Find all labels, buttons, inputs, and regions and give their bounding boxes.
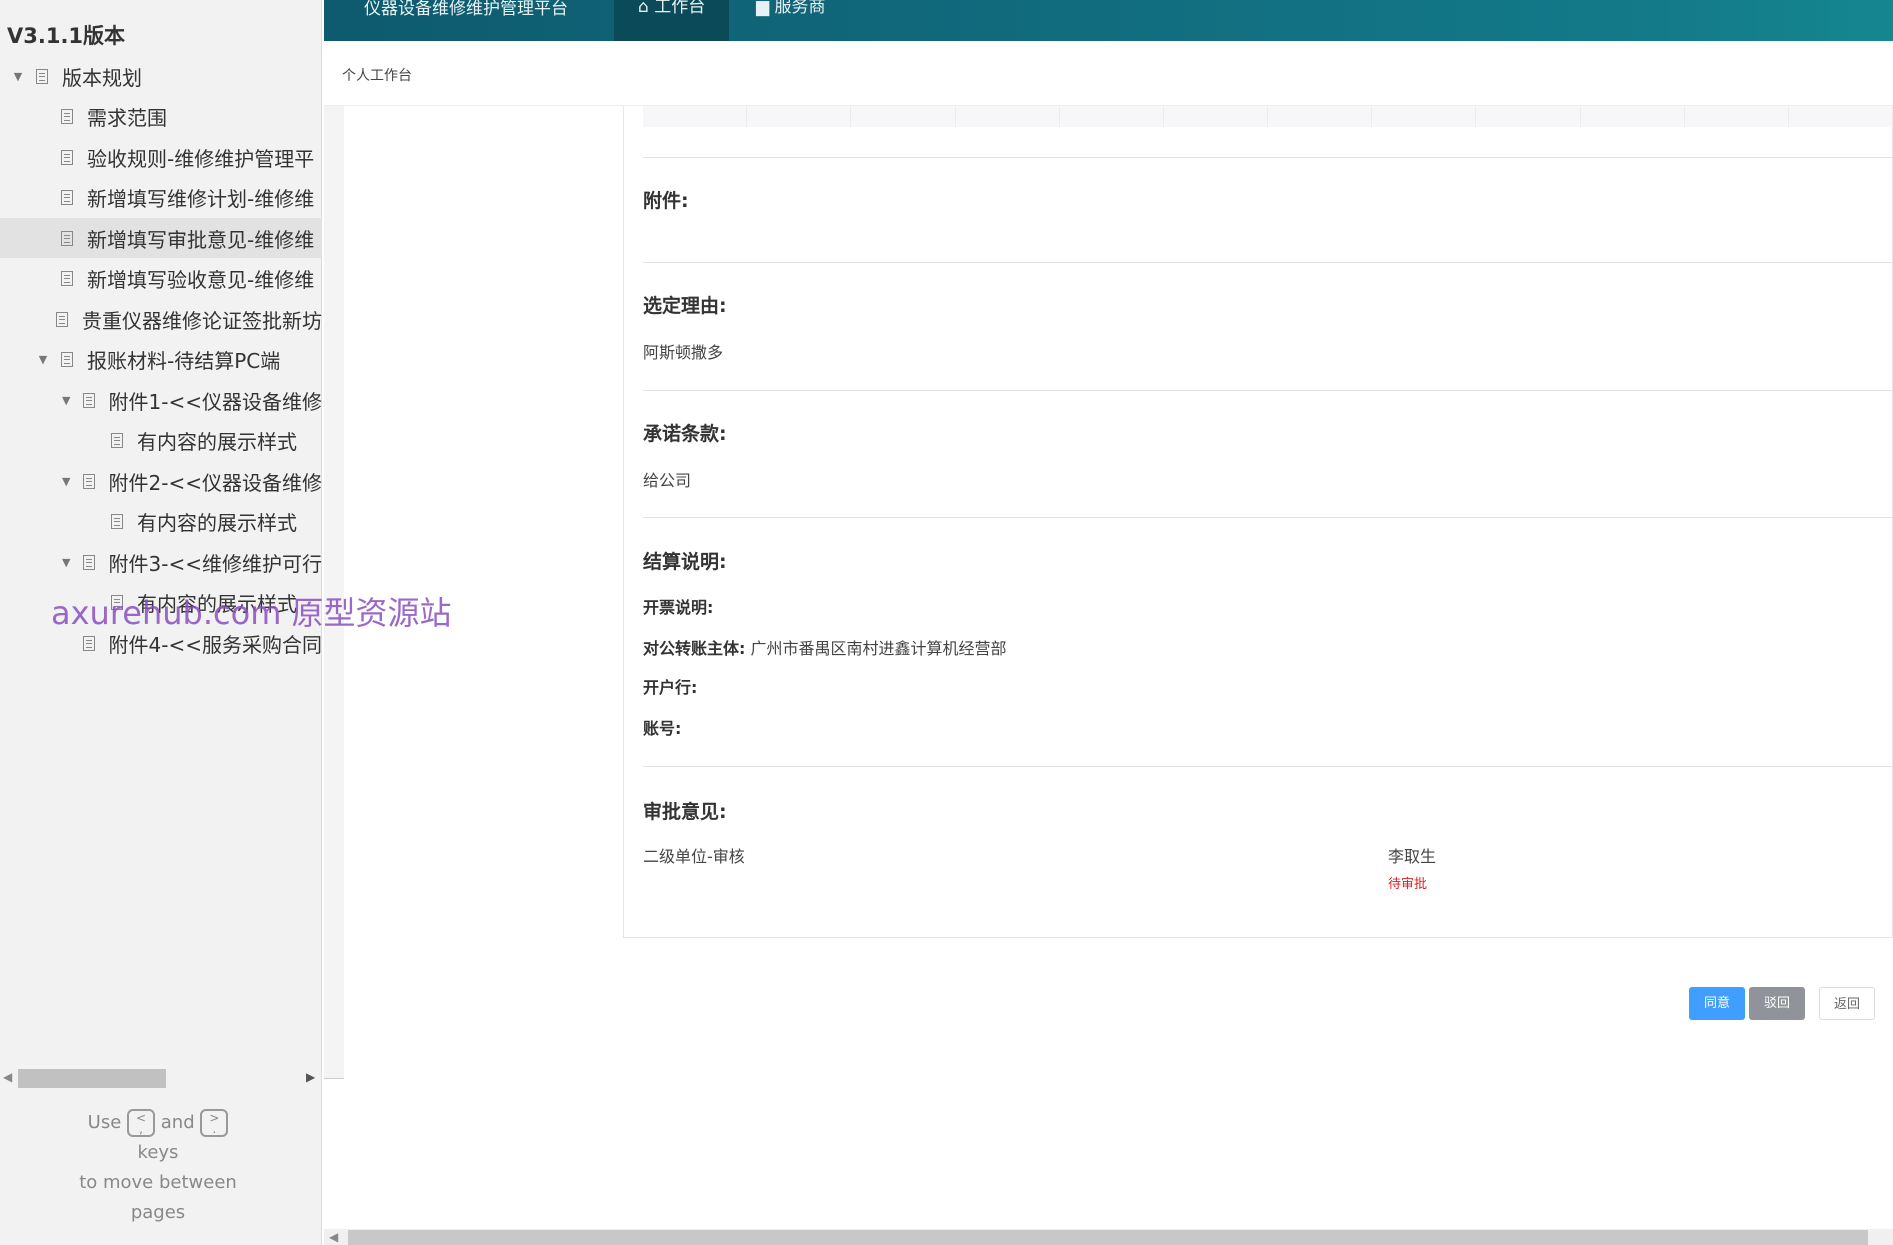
breadcrumb: 个人工作台 [324, 41, 1893, 106]
scroll-left-icon[interactable]: ◀ [3, 1070, 12, 1084]
attachments-heading: 附件: [643, 190, 689, 212]
page-icon [111, 433, 123, 448]
terms-heading: 承诺条款: [643, 423, 727, 445]
divider [643, 262, 1893, 263]
tree-item[interactable]: ▼ 版本规划 [0, 56, 322, 96]
tree-item[interactable]: 需求范围 [0, 97, 322, 137]
expand-arrow-icon[interactable]: ▼ [62, 556, 71, 569]
tree-item[interactable]: 有内容的展示样式 [0, 502, 322, 542]
page-icon [82, 473, 95, 489]
help-text: and [160, 1112, 195, 1133]
tree-item-label: 有内容的展示样式 [137, 511, 297, 535]
prev-key-icon: <, [127, 1109, 156, 1137]
breadcrumb-item[interactable]: 个人工作台 [342, 65, 412, 85]
tree-item[interactable]: 验收规则-维修维护管理平 [0, 137, 322, 177]
table-header-strip [643, 106, 1893, 127]
tree-item[interactable]: ▼ 报账材料-待结算PC端 [0, 340, 322, 380]
tree-item-label: 新增填写维修计划-维修维 [87, 187, 315, 211]
tree-item-label: 新增填写验收意见-维修维 [87, 268, 315, 292]
tree-item-label: 版本规划 [62, 65, 142, 90]
help-text: Use [87, 1112, 122, 1133]
reason-heading: 选定理由: [643, 295, 727, 317]
expand-arrow-icon[interactable]: ▼ [62, 394, 71, 407]
tree-item[interactable]: ▼ 附件1-<<仪器设备维修 [0, 380, 322, 420]
version-title: V3.1.1版本 [7, 24, 126, 48]
page-icon [82, 392, 95, 408]
approver-name: 李取生 [1388, 847, 1437, 866]
scrollbar-thumb[interactable] [348, 1230, 1868, 1245]
approval-heading: 审批意见: [643, 801, 727, 823]
page-icon [56, 311, 68, 327]
terms-value: 给公司 [643, 471, 692, 490]
page-icon [61, 149, 73, 165]
help-text: keys [137, 1142, 179, 1163]
divider [643, 766, 1893, 767]
tree-item[interactable]: 有内容的展示样式 [0, 421, 322, 461]
page-icon [82, 635, 95, 651]
expand-arrow-icon[interactable]: ▼ [62, 475, 71, 488]
settlement-heading: 结算说明: [643, 551, 727, 573]
page-icon [61, 109, 73, 124]
scrollbar-thumb[interactable] [18, 1069, 166, 1088]
help-text: to move between [79, 1172, 237, 1193]
next-key-icon: >. [200, 1109, 229, 1137]
page-icon [61, 230, 73, 246]
tree-item[interactable]: ▼ 附件3-<<维修维护可行 [0, 542, 322, 582]
page-icon [111, 514, 123, 529]
divider [643, 517, 1893, 518]
scroll-left-icon[interactable]: ◀ [329, 1230, 338, 1244]
back-button[interactable]: 返回 [1819, 987, 1875, 1020]
keyboard-help: Use <, and >. keys to move between pages [0, 1108, 316, 1228]
tree-item[interactable]: 新增填写验收意见-维修维 [0, 259, 322, 299]
page-icon [82, 554, 95, 570]
tree-item-label: 附件3-<<维修维护可行 [108, 551, 322, 576]
store-icon: ▆ [756, 0, 770, 17]
expand-arrow-icon[interactable]: ▼ [37, 353, 49, 366]
page-icon [61, 352, 73, 367]
scroll-right-icon[interactable]: ▶ [306, 1070, 315, 1084]
tree-item[interactable]: 贵重仪器维修论证签批新坊 [0, 299, 322, 339]
invoice-row: 开票说明: [643, 598, 714, 617]
page-icon [61, 190, 73, 205]
approval-step: 二级单位-审核 [643, 847, 745, 866]
approval-status: 待审批 [1388, 877, 1428, 892]
tree-item[interactable]: 新增填写维修计划-维修维 [0, 178, 322, 218]
tree-item[interactable]: 新增填写审批意见-维修维 [0, 218, 322, 258]
home-icon: ⌂ [638, 0, 649, 17]
tree-item-label: 附件1-<<仪器设备维修 [108, 389, 322, 414]
tree-item-label: 贵重仪器维修论证签批新坊 [82, 308, 322, 333]
divider [643, 390, 1893, 391]
sidebar-scrollbar[interactable]: ◀ ▶ [0, 1067, 322, 1088]
tree-item-label: 报账材料-待结算PC端 [87, 349, 281, 373]
divider [643, 157, 1893, 158]
expand-arrow-icon[interactable]: ▼ [12, 70, 24, 83]
tree-item-label: 需求范围 [87, 106, 167, 130]
bank-row: 开户行: [643, 678, 698, 697]
account-row: 账号: [643, 719, 682, 738]
page-icon [61, 271, 73, 286]
tab-workbench[interactable]: ⌂ 工作台 [614, 0, 730, 41]
app-title: 仪器设备维修维护管理平台 [364, 0, 568, 19]
watermark: axurehub.com 原型资源站 [51, 594, 452, 632]
top-header: 仪器设备维修维护管理平台 ⌂ 工作台 ▆ 服务商 [324, 0, 1893, 41]
tree-item-label: 有内容的展示样式 [137, 430, 297, 454]
page-icon [36, 68, 48, 84]
horizontal-scrollbar[interactable]: ◀ [324, 1229, 1893, 1245]
detail-card [623, 106, 1893, 938]
tree-item-label: 附件2-<<仪器设备维修 [108, 470, 322, 495]
help-text: pages [130, 1202, 186, 1223]
tree-item[interactable]: ▼ 附件2-<<仪器设备维修 [0, 461, 322, 501]
tree-item-label: 验收规则-维修维护管理平 [87, 146, 315, 171]
tree-item-label: 新增填写审批意见-维修维 [87, 227, 315, 252]
reject-button[interactable]: 驳回 [1749, 987, 1805, 1020]
agree-button[interactable]: 同意 [1689, 987, 1745, 1020]
payee-row: 对公转账主体: 广州市番禺区南村进鑫计算机经营部 [643, 639, 1007, 658]
reason-value: 阿斯顿撒多 [643, 343, 724, 362]
tab-service-provider[interactable]: ▆ 服务商 [732, 0, 849, 41]
